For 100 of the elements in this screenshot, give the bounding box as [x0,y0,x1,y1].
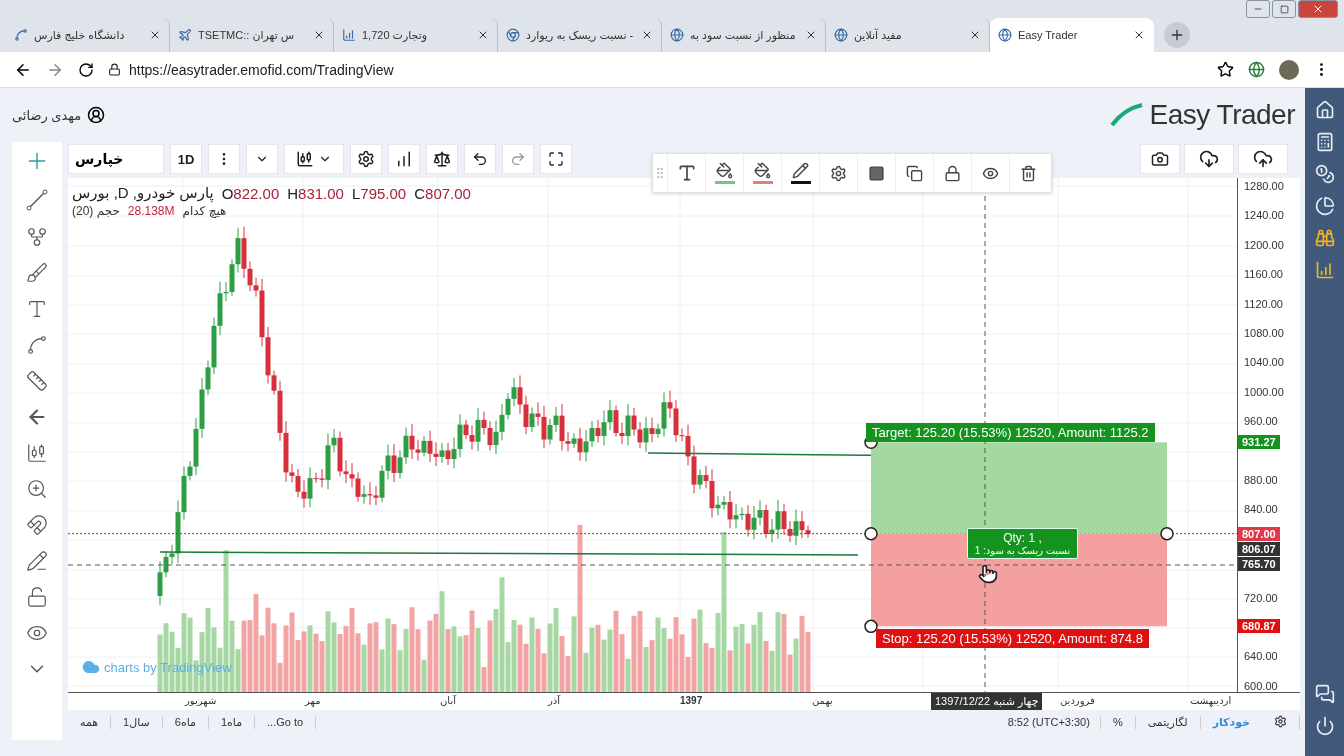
settings-icon [357,150,375,168]
ohlc-value: C807.00 [414,184,471,202]
price-marker: 807.00 [1238,526,1280,541]
brush-icon[interactable] [26,262,48,284]
settings-button[interactable] [350,144,382,174]
volume-note: هیچ کدام [182,204,227,218]
ohlc-value: L795.00 [351,184,407,202]
coins-icon[interactable] [1314,164,1335,184]
site-icon [670,28,684,42]
extension-icon[interactable] [1248,61,1265,78]
price-chart[interactable] [68,178,1237,692]
price-tick: 640.00 [1244,650,1278,663]
profile-avatar[interactable] [1279,59,1299,80]
trash-icon [1020,164,1037,182]
text-icon[interactable] [26,298,48,320]
lock-icon [944,164,961,182]
price-tick: 1240.00 [1244,209,1284,222]
copy-button[interactable] [895,154,933,192]
indicators-button[interactable] [388,144,420,174]
range-button[interactable]: 1ماه [208,715,256,729]
price-tick: 1160.00 [1244,268,1283,281]
close-icon[interactable] [149,29,161,41]
close-icon[interactable] [805,29,817,41]
interval-button[interactable]: 1D [170,144,202,174]
price-tick: 600.00 [1244,679,1278,692]
reload-icon[interactable] [78,61,94,78]
close-button[interactable] [1298,0,1338,18]
close-icon[interactable] [1133,29,1145,41]
fill-color-button[interactable] [705,154,743,192]
site-icon [506,28,520,42]
time-label: آذر [548,695,561,706]
volume-value: 28.138M [127,204,175,218]
ruler-icon[interactable] [26,370,48,392]
pencil-icon[interactable] [26,550,48,572]
paint-bucket-icon [754,162,771,179]
price-tick: 1080.00 [1244,327,1284,339]
browser-tab[interactable]: Easy Trader [990,18,1154,52]
close-icon[interactable] [969,29,981,41]
new-tab-button[interactable] [1164,22,1190,48]
price-tick: 1280.00 [1244,180,1284,192]
range-button[interactable]: 6ماه [162,715,209,729]
cloud-logo-icon [82,658,100,676]
time-label: مهر [305,695,321,706]
close-icon[interactable] [313,29,325,41]
fill-color-button[interactable] [743,154,781,192]
range-button[interactable]: همه [68,715,112,729]
bar-chart-icon[interactable] [1314,260,1335,280]
pattern-icon[interactable] [26,334,48,356]
delete-button[interactable] [1009,154,1047,192]
trend-line-icon[interactable] [25,188,49,212]
symbol-field[interactable]: خپارس [68,144,164,174]
visibility-button[interactable] [971,154,1009,192]
drag-handle[interactable] [1160,526,1174,541]
magnet-icon[interactable] [26,514,48,536]
undo-button[interactable] [464,144,496,174]
user-icon[interactable] [87,106,106,124]
crosshair-date: 1397/12/22 چهار شنبه [931,693,1043,710]
close-icon[interactable] [477,29,489,41]
candles-icon[interactable] [26,442,48,464]
unlock-icon[interactable] [26,586,48,608]
power-icon[interactable] [1314,716,1335,736]
fullscreen-button[interactable] [540,144,572,174]
load-button[interactable] [1184,144,1234,174]
time-label: بهمن [812,695,833,706]
user-name[interactable]: مهدی رضائی [12,107,82,123]
chart-type-button[interactable] [284,144,344,174]
line-color-button[interactable] [781,154,819,192]
cloud-upload-icon [1253,149,1273,169]
url-field[interactable]: https://easytrader.emofid.com/TradingView [129,61,394,78]
chat-icon[interactable] [1314,684,1335,704]
ohlc-value: O822.00 [221,184,280,202]
price-marker: 806.07 [1238,541,1280,556]
candles-icon [296,150,314,168]
time-label: شهریور [185,695,217,706]
bar-chart-icon [395,150,413,168]
pie-chart-icon[interactable] [1314,196,1335,216]
ohlc-value: H831.00 [287,184,344,202]
copy-icon [906,164,923,182]
lock-icon [108,63,121,76]
binoculars-icon[interactable] [1314,228,1335,248]
save-button[interactable] [1238,144,1288,174]
zoom-in-icon[interactable] [26,478,48,500]
range-button[interactable]: 1سال [111,715,163,729]
scale-button[interactable]: % [1099,715,1135,729]
compare-button[interactable] [426,144,458,174]
screenshot-button[interactable] [1140,144,1180,174]
lock-button[interactable] [933,154,971,192]
fullscreen-icon [548,151,564,167]
bookmark-star-icon[interactable] [1217,61,1234,78]
text-button[interactable] [667,154,705,192]
home-icon[interactable] [1314,100,1335,120]
drag-handle[interactable] [864,526,878,541]
fork-icon[interactable] [26,226,48,248]
range-button[interactable]: ...Go to [255,715,317,729]
logo-text: Easy Trader [1149,99,1295,131]
drag-handle[interactable] [864,619,878,634]
time-label: فروردین [1060,695,1095,706]
site-icon [342,28,356,42]
scale-button[interactable]: لگاریتمی [1134,715,1200,729]
close-icon[interactable] [641,29,653,41]
